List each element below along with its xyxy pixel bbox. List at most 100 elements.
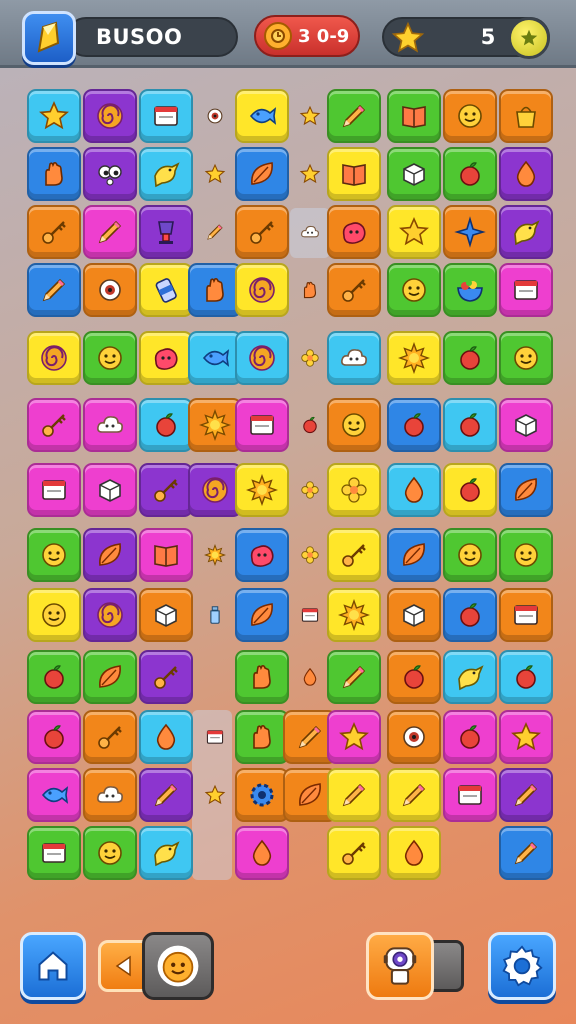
- game-tile[interactable]: [188, 463, 242, 517]
- game-tile[interactable]: [139, 398, 193, 452]
- game-tile[interactable]: [499, 588, 553, 642]
- game-tile[interactable]: [327, 710, 381, 764]
- game-tile[interactable]: [83, 89, 137, 143]
- game-tile[interactable]: [83, 826, 137, 880]
- game-tile[interactable]: [443, 263, 497, 317]
- game-tile[interactable]: [443, 768, 497, 822]
- game-tile[interactable]: [83, 463, 137, 517]
- game-tile[interactable]: [235, 710, 289, 764]
- game-tile[interactable]: [387, 398, 441, 452]
- game-tile[interactable]: [83, 710, 137, 764]
- game-tile[interactable]: [387, 710, 441, 764]
- game-tile[interactable]: [443, 710, 497, 764]
- game-tile[interactable]: [188, 263, 242, 317]
- game-tile[interactable]: [443, 398, 497, 452]
- game-tile[interactable]: [499, 398, 553, 452]
- game-tile[interactable]: [443, 588, 497, 642]
- game-tile[interactable]: [83, 588, 137, 642]
- game-tile[interactable]: [443, 147, 497, 201]
- game-tile[interactable]: [235, 768, 289, 822]
- game-tile[interactable]: [139, 205, 193, 259]
- game-tile[interactable]: [499, 89, 553, 143]
- game-tile[interactable]: [387, 826, 441, 880]
- game-tile[interactable]: [327, 89, 381, 143]
- game-tile[interactable]: [83, 650, 137, 704]
- game-tile[interactable]: [327, 463, 381, 517]
- game-tile[interactable]: [387, 463, 441, 517]
- game-tile[interactable]: [83, 528, 137, 582]
- game-tile[interactable]: [327, 650, 381, 704]
- game-tile[interactable]: [27, 710, 81, 764]
- game-tile[interactable]: [443, 528, 497, 582]
- game-tile[interactable]: [499, 147, 553, 201]
- game-tile[interactable]: [27, 205, 81, 259]
- game-tile[interactable]: [235, 826, 289, 880]
- game-tile[interactable]: [139, 528, 193, 582]
- game-tile[interactable]: [327, 205, 381, 259]
- game-tile[interactable]: [139, 89, 193, 143]
- game-tile[interactable]: [387, 528, 441, 582]
- game-tile[interactable]: [387, 89, 441, 143]
- game-tile[interactable]: [139, 147, 193, 201]
- game-tile[interactable]: [27, 650, 81, 704]
- game-tile[interactable]: [188, 205, 242, 259]
- game-tile[interactable]: [27, 463, 81, 517]
- game-tile[interactable]: [235, 89, 289, 143]
- game-tile[interactable]: [499, 650, 553, 704]
- game-tile[interactable]: [83, 147, 137, 201]
- game-tile[interactable]: [499, 528, 553, 582]
- game-tile[interactable]: [387, 588, 441, 642]
- game-tile[interactable]: [139, 826, 193, 880]
- game-tile[interactable]: [188, 331, 242, 385]
- game-tile[interactable]: [499, 205, 553, 259]
- game-tile[interactable]: [27, 528, 81, 582]
- game-tile[interactable]: [327, 528, 381, 582]
- game-tile[interactable]: [27, 147, 81, 201]
- game-tile[interactable]: [499, 263, 553, 317]
- game-tile[interactable]: [27, 263, 81, 317]
- game-tile[interactable]: [139, 710, 193, 764]
- game-tile[interactable]: [235, 463, 289, 517]
- game-tile[interactable]: [27, 768, 81, 822]
- game-tile[interactable]: [499, 768, 553, 822]
- game-tile[interactable]: [387, 331, 441, 385]
- game-tile[interactable]: [188, 768, 242, 822]
- game-tile[interactable]: [235, 331, 289, 385]
- game-tile[interactable]: [499, 826, 553, 880]
- game-tile[interactable]: [387, 263, 441, 317]
- game-tile[interactable]: [188, 710, 242, 764]
- game-tile[interactable]: [235, 650, 289, 704]
- game-tile[interactable]: [235, 398, 289, 452]
- game-tile[interactable]: [327, 826, 381, 880]
- game-tile[interactable]: [499, 463, 553, 517]
- shuffle-button[interactable]: [366, 932, 434, 1000]
- game-tile[interactable]: [27, 588, 81, 642]
- game-tile[interactable]: [139, 463, 193, 517]
- game-tile[interactable]: [139, 331, 193, 385]
- home-button[interactable]: [20, 932, 86, 1000]
- game-tile[interactable]: [83, 205, 137, 259]
- game-tile[interactable]: [443, 89, 497, 143]
- game-tile[interactable]: [327, 398, 381, 452]
- game-tile[interactable]: [27, 89, 81, 143]
- game-tile[interactable]: [83, 398, 137, 452]
- game-tile[interactable]: [139, 263, 193, 317]
- game-tile[interactable]: [327, 768, 381, 822]
- game-tile[interactable]: [27, 826, 81, 880]
- game-tile[interactable]: [83, 263, 137, 317]
- game-tile[interactable]: [443, 463, 497, 517]
- game-tile[interactable]: [235, 205, 289, 259]
- game-tile[interactable]: [499, 331, 553, 385]
- game-tile[interactable]: [83, 768, 137, 822]
- game-tile[interactable]: [443, 650, 497, 704]
- game-tile[interactable]: [443, 205, 497, 259]
- game-tile[interactable]: [235, 147, 289, 201]
- game-tile[interactable]: [235, 263, 289, 317]
- game-tile[interactable]: [188, 89, 242, 143]
- game-tile[interactable]: [387, 650, 441, 704]
- game-tile[interactable]: [499, 710, 553, 764]
- game-tile[interactable]: [188, 398, 242, 452]
- game-tile[interactable]: [235, 588, 289, 642]
- game-tile[interactable]: [443, 331, 497, 385]
- game-tile[interactable]: [188, 528, 242, 582]
